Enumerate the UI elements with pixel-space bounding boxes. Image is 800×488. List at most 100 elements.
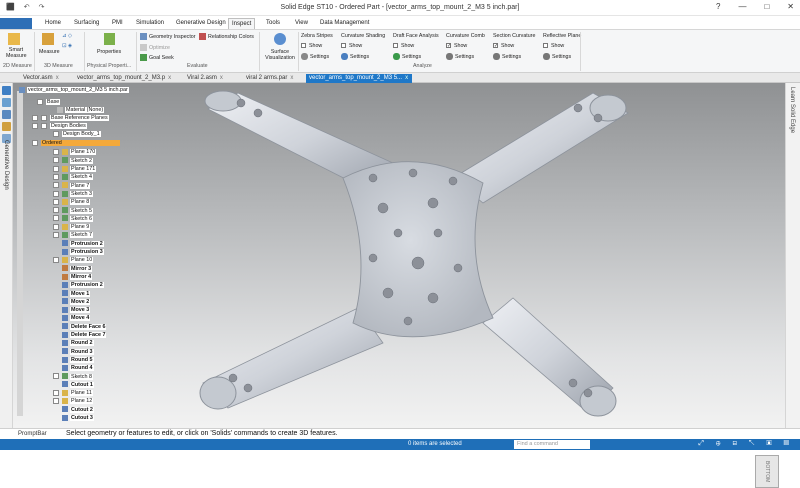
tab-data-management[interactable]: Data Management (317, 18, 372, 29)
view-tools-icons[interactable]: ⤢ ⊕ ⊟ ↖ ▣ ▤ (698, 440, 794, 448)
tree-feature-item[interactable]: Plane 9 (53, 223, 91, 231)
tab-inspect[interactable]: Inspect (228, 18, 256, 29)
generative-design-panel-tab[interactable]: Generative Design (3, 140, 9, 190)
doc-tab-vector-arms-active[interactable]: vector_arms_top_mount_2_M3 5... x (306, 74, 412, 83)
learn-solid-edge-tab[interactable]: Learn Solid Edge (789, 87, 795, 133)
zebra-settings-button[interactable]: Settings (301, 53, 329, 60)
tree-feature-item[interactable]: Round 5 (53, 356, 94, 364)
tree-feature-item[interactable]: Mirror 3 (53, 265, 93, 272)
doc-tab-viral-2-asm[interactable]: Viral 2.asm x (184, 74, 242, 83)
pathfinder-icon[interactable] (2, 86, 11, 95)
measure-button[interactable]: Measure (39, 49, 60, 55)
relationship-colors-button[interactable]: Relationship Colors (199, 33, 254, 40)
checkbox-icon[interactable] (53, 256, 59, 263)
tree-feature-item[interactable]: Plane 11 (53, 389, 93, 397)
tab-generative-design[interactable]: Generative Design (173, 18, 229, 29)
tab-surfacing[interactable]: Surfacing (71, 18, 102, 29)
library-icon[interactable] (2, 122, 11, 131)
tree-feature-item[interactable]: Plane 7 (53, 182, 91, 189)
surface-visualization-button[interactable]: Surface Visualization (263, 49, 297, 61)
checkbox-icon[interactable] (53, 165, 59, 172)
draft-face-show-checkbox[interactable]: Show (393, 43, 414, 49)
tree-feature-item[interactable]: Sketch 8 (53, 373, 93, 380)
tab-view[interactable]: View (292, 18, 311, 29)
close-icon[interactable]: x (220, 75, 223, 81)
tree-base-reference-planes[interactable]: Base Reference Planes (32, 115, 109, 122)
tree-feature-item[interactable]: Round 2 (53, 339, 94, 347)
tab-simulation[interactable]: Simulation (133, 18, 167, 29)
tree-feature-item[interactable]: Sketch 2 (53, 157, 93, 164)
measure-small-icons-2[interactable]: ⊡ ◈ (62, 43, 72, 49)
section-curvature-show-checkbox[interactable]: ✓ Show (493, 43, 514, 49)
tree-feature-item[interactable]: Move 3 (53, 306, 91, 314)
checkbox-icon[interactable] (53, 149, 59, 155)
measure-icon[interactable] (42, 33, 54, 45)
tree-feature-item[interactable]: Cutout 1 (53, 381, 94, 388)
properties-icon[interactable] (104, 33, 115, 45)
checkbox-icon[interactable] (53, 207, 59, 214)
maximize-button[interactable]: □ (764, 2, 769, 11)
checkbox-icon[interactable] (53, 373, 59, 380)
file-tab[interactable] (0, 18, 32, 29)
tree-ordered[interactable]: Ordered (32, 140, 120, 147)
reflective-plane-settings-button[interactable]: Settings (543, 53, 571, 60)
checkbox-icon[interactable] (53, 182, 59, 189)
tree-feature-item[interactable]: Plane 12 (53, 398, 94, 405)
tree-feature-item[interactable]: Move 4 (53, 315, 91, 322)
section-curvature-settings-button[interactable]: Settings (493, 53, 521, 60)
features-icon[interactable] (2, 110, 11, 119)
smart-measure-button[interactable]: Smart Measure (6, 47, 27, 59)
checkbox-icon[interactable] (53, 232, 59, 238)
tree-feature-item[interactable]: Protrusion 2 (53, 281, 104, 289)
reflective-plane-show-checkbox[interactable]: Show (543, 43, 564, 49)
tree-feature-item[interactable]: Plane 8 (53, 198, 91, 206)
tree-feature-item[interactable]: Round 3 (53, 348, 94, 355)
tree-feature-item[interactable]: Cutout 2 (53, 406, 94, 413)
measure-small-icons[interactable]: ⊿ ◇ (62, 33, 72, 39)
close-icon[interactable]: x (290, 75, 293, 81)
checkbox-icon[interactable] (53, 190, 59, 197)
tree-feature-item[interactable]: Sketch 6 (53, 215, 93, 222)
tree-feature-item[interactable]: Sketch 3 (53, 190, 93, 198)
draft-face-settings-button[interactable]: Settings (393, 53, 421, 60)
zebra-show-checkbox[interactable]: Show (301, 43, 322, 49)
view-cube[interactable]: BOTTOM (755, 455, 779, 488)
optimize-button[interactable]: Optimize (140, 44, 170, 51)
tree-feature-item[interactable]: Sketch 5 (53, 207, 93, 214)
close-icon[interactable]: x (56, 75, 59, 81)
close-button[interactable]: ✕ (787, 2, 794, 11)
minimize-button[interactable]: — (738, 2, 746, 11)
doc-tab-vector-asm[interactable]: Vector.asm x (20, 74, 73, 83)
tree-feature-item[interactable]: Plane 171 (53, 165, 97, 173)
checkbox-icon[interactable] (53, 223, 59, 230)
find-command-input[interactable]: Find a command (514, 440, 590, 449)
help-icon[interactable]: ? (716, 2, 720, 11)
tree-feature-item[interactable]: Protrusion 2 (53, 240, 104, 247)
tree-feature-item[interactable]: Protrusion 3 (53, 248, 104, 256)
curvature-comb-show-checkbox[interactable]: ✓ Show (446, 43, 467, 49)
tree-scrollbar[interactable] (17, 91, 23, 416)
tree-feature-item[interactable]: Sketch 4 (53, 173, 93, 181)
doc-tab-vector-arms-p[interactable]: vector_arms_top_mount_2_M3.p x (74, 74, 182, 83)
close-icon[interactable]: x (168, 75, 171, 81)
tree-feature-item[interactable]: Plane 170 (53, 149, 97, 156)
tree-design-body-1[interactable]: Design Body_1 (53, 131, 101, 138)
checkbox-icon[interactable] (53, 198, 59, 205)
layers-icon[interactable] (2, 98, 11, 107)
curvature-comb-settings-button[interactable]: Settings (446, 53, 474, 60)
tree-root[interactable]: vector_arms_top_mount_2_M3 5 inch.par (19, 87, 129, 94)
geometry-inspector-button[interactable]: Geometry Inspector (140, 33, 196, 40)
tree-feature-item[interactable]: Sketch 7 (53, 232, 93, 239)
doc-tab-viral-2-arms[interactable]: viral 2 arms.par x (243, 74, 305, 83)
close-icon[interactable]: x (405, 75, 408, 81)
tree-design-bodies[interactable]: Design Bodies (32, 123, 87, 130)
tab-pmi[interactable]: PMI (109, 18, 126, 29)
checkbox-icon[interactable] (53, 157, 59, 164)
tree-feature-item[interactable]: Mirror 4 (53, 273, 93, 281)
tree-feature-item[interactable]: Delete Face 7 (53, 331, 107, 339)
curvature-shading-settings-button[interactable]: Settings (341, 53, 369, 60)
tree-material[interactable]: Material (None) (57, 107, 105, 114)
tab-tools[interactable]: Tools (263, 18, 283, 29)
surface-visualization-icon[interactable] (274, 33, 286, 45)
tree-feature-item[interactable]: Plane 10 (53, 256, 94, 264)
